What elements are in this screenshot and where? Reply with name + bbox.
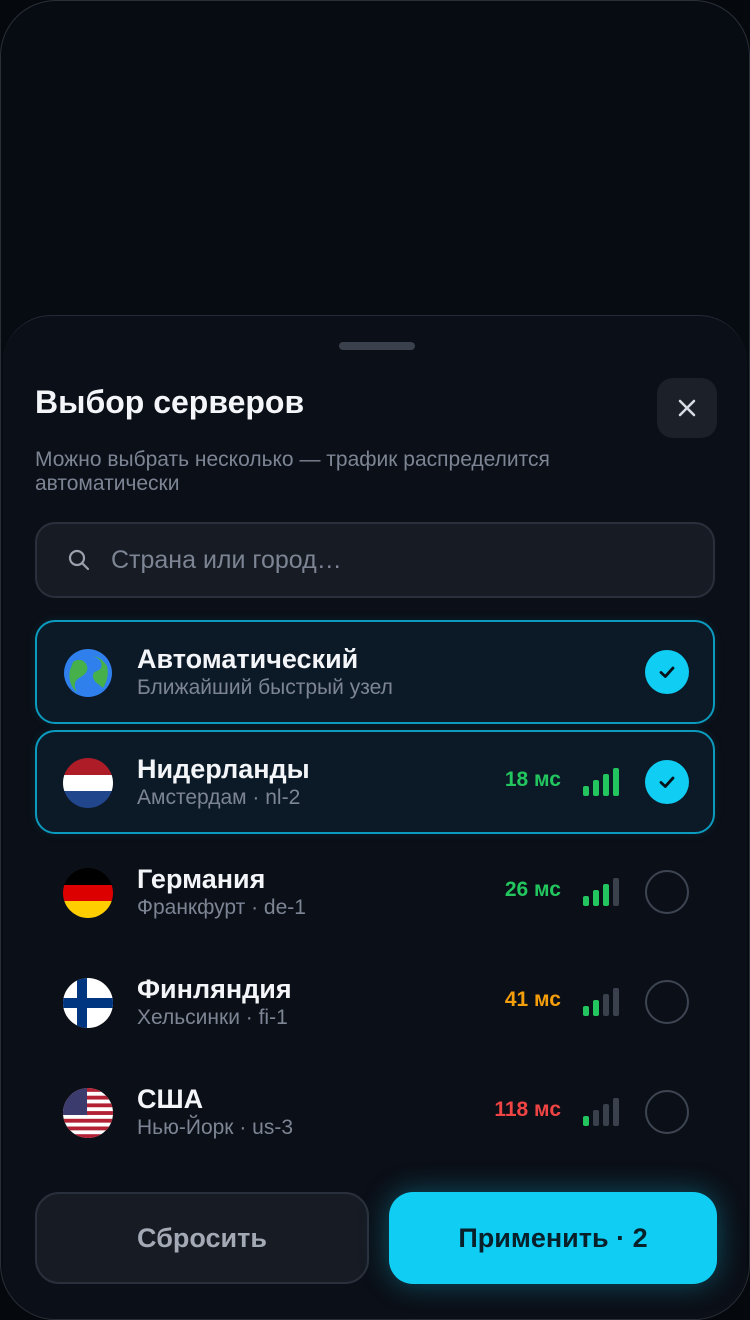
signal-bar	[593, 890, 599, 906]
sheet-title: Выбор серверов	[35, 384, 305, 420]
signal-bar	[603, 884, 609, 906]
signal-bar	[583, 1116, 589, 1126]
signal-bar	[603, 1104, 609, 1126]
server-location: Франкфурт · de-1	[137, 896, 306, 919]
server-row[interactable]: Нидерланды Амстердам · nl-2 18 мс	[35, 730, 715, 834]
apply-button[interactable]: Применить · 2	[389, 1192, 717, 1284]
select-checkbox[interactable]	[645, 1090, 689, 1134]
flag-germany-icon	[63, 868, 113, 918]
sheet-grabber[interactable]	[339, 342, 415, 350]
flag-netherlands-icon	[63, 758, 113, 808]
signal-bar	[583, 1006, 589, 1016]
select-checkbox[interactable]	[645, 760, 689, 804]
select-checkbox[interactable]	[645, 650, 689, 694]
server-row[interactable]: Финляндия Хельсинки · fi-1 41 мс	[35, 950, 715, 1054]
reset-button[interactable]: Сбросить	[35, 1192, 369, 1284]
ping-label: 118 мс	[494, 1098, 561, 1121]
signal-bar	[613, 768, 619, 796]
checkmark-icon	[659, 666, 675, 678]
select-checkbox[interactable]	[645, 980, 689, 1024]
signal-bar	[593, 1000, 599, 1016]
server-name: США	[137, 1084, 204, 1114]
signal-bar	[613, 988, 619, 1016]
select-checkbox[interactable]	[645, 870, 689, 914]
search-icon	[68, 549, 90, 571]
signal-strength-icon	[583, 878, 619, 906]
search-input[interactable]	[109, 544, 713, 576]
server-location: Хельсинки · fi-1	[137, 1006, 288, 1029]
search-box[interactable]	[35, 522, 715, 598]
ping-label: 26 мс	[504, 878, 561, 901]
server-location: Амстердам · nl-2	[137, 786, 301, 809]
signal-bar	[593, 1110, 599, 1126]
signal-bar	[613, 1098, 619, 1126]
server-row[interactable]: США Нью-Йорк · us-3 118 мс	[35, 1060, 715, 1164]
phone-frame: Выбор серверов Можно выбрать несколько —…	[0, 0, 750, 1320]
signal-strength-icon	[583, 1098, 619, 1126]
flag-usa-icon	[63, 1088, 113, 1138]
server-location: Ближайший быстрый узел	[137, 676, 393, 699]
server-picker-sheet: Выбор серверов Можно выбрать несколько —…	[3, 315, 747, 1319]
signal-bar	[603, 994, 609, 1016]
globe-icon	[63, 648, 113, 698]
server-location: Нью-Йорк · us-3	[137, 1116, 294, 1139]
server-row[interactable]: Автоматический Ближайший быстрый узел	[35, 620, 715, 724]
sheet-subtitle: Можно выбрать несколько — трафик распред…	[35, 448, 550, 495]
ping-label: 41 мс	[504, 988, 561, 1011]
signal-strength-icon	[583, 988, 619, 1016]
server-name: Финляндия	[137, 974, 292, 1004]
ping-label: 18 мс	[504, 768, 561, 791]
close-button[interactable]	[657, 378, 717, 438]
checkmark-icon	[659, 776, 675, 788]
flag-finland-icon	[63, 978, 113, 1028]
server-name: Автоматический	[137, 644, 359, 674]
signal-bar	[593, 780, 599, 796]
signal-bar	[583, 896, 589, 906]
server-name: Нидерланды	[137, 754, 310, 784]
signal-bar	[613, 878, 619, 906]
close-icon	[678, 399, 696, 417]
signal-bar	[583, 786, 589, 796]
signal-strength-icon	[583, 768, 619, 796]
server-row[interactable]: Германия Франкфурт · de-1 26 мс	[35, 840, 715, 944]
signal-bar	[603, 774, 609, 796]
server-name: Германия	[137, 864, 266, 894]
